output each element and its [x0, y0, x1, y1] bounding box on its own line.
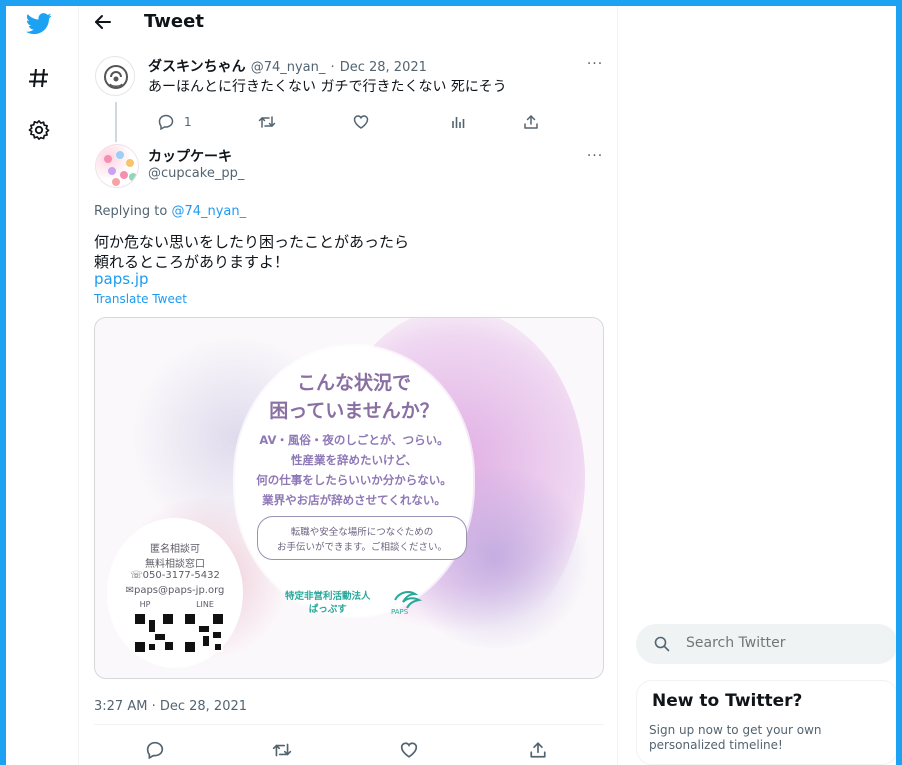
separator-dot: ·: [330, 60, 335, 75]
tweet-text: 何か危ない思いをしたり困ったことがあったら 頼れるところがありますよ！: [94, 232, 409, 272]
thread-connector: [115, 102, 117, 142]
more-options-icon[interactable]: ···: [585, 54, 605, 74]
org-name: ぱっぷす: [308, 604, 347, 615]
tweet-timestamp[interactable]: 3:27 AM · Dec 28, 2021: [94, 699, 247, 714]
heart-icon: [353, 115, 369, 129]
replying-to: Replying to @74_nyan_: [94, 204, 246, 219]
hashtag-icon[interactable]: [21, 60, 57, 96]
qr-code-hp: [135, 614, 173, 652]
reply-button[interactable]: [146, 740, 164, 760]
heart-icon: [400, 742, 418, 758]
poster-org: 特定非営利活動法人 ぱっぷす: [285, 590, 371, 616]
qr-code-line: [185, 614, 223, 652]
tweet-text-line: 何か危ない思いをしたり困ったことがあったら: [94, 233, 410, 251]
contact-email: ✉paps@paps-jp.org: [125, 585, 225, 596]
tweet-date[interactable]: Dec 28, 2021: [340, 60, 427, 75]
display-name[interactable]: カップケーキ: [148, 146, 232, 166]
contact-line: 匿名相談可: [150, 544, 200, 555]
contact-line: 無料相談窓口: [145, 559, 205, 570]
retweet-icon: [258, 116, 276, 128]
share-button[interactable]: [529, 740, 547, 760]
tweet-actions: 1: [148, 112, 548, 132]
gear-icon[interactable]: [21, 112, 57, 148]
reply-button[interactable]: 1: [158, 112, 192, 132]
avatar[interactable]: [95, 56, 135, 96]
reply-icon: [146, 741, 164, 759]
retweet-button[interactable]: [272, 740, 292, 760]
retweet-button[interactable]: [258, 112, 276, 132]
poster-line: AV・風俗・夜のしごとが、つらい。: [259, 433, 449, 447]
bubble-text: 転職や安全な場所につなぐための: [290, 527, 434, 538]
replying-to-link[interactable]: @74_nyan_: [171, 204, 246, 219]
page-title: Tweet: [144, 11, 204, 32]
search-icon: [654, 636, 670, 652]
poster-line: 何の仕事をしたらいいか分からない。: [256, 473, 452, 487]
tweet-image[interactable]: こんな状況で 困っていませんか？ AV・風俗・夜のしごとが、つらい。 性産業を辞…: [94, 317, 604, 679]
line-label: LINE: [196, 600, 214, 609]
display-name[interactable]: ダスキンちゃん: [148, 59, 246, 75]
reply-count: 1: [184, 115, 192, 129]
retweet-icon: [272, 743, 292, 757]
left-nav: [6, 6, 78, 765]
like-button[interactable]: [353, 112, 369, 132]
tweet-header: Tweet: [79, 6, 617, 40]
contact-phone: ☏050-3177-5432: [130, 570, 220, 581]
search-bar[interactable]: [636, 624, 898, 664]
poster-title: こんな状況で: [296, 372, 411, 394]
handle[interactable]: @74_nyan_: [251, 60, 326, 75]
org-type: 特定非営利活動法人: [285, 591, 371, 602]
parent-tweet[interactable]: ダスキンちゃん @74_nyan_ · Dec 28, 2021 ··· あーほ…: [79, 50, 617, 142]
paps-logo-icon: PAPS: [389, 586, 425, 616]
card-subtitle: Sign up now to get your own personalized…: [649, 723, 822, 752]
back-arrow-icon[interactable]: [91, 10, 115, 34]
new-to-twitter-card: New to Twitter? Sign up now to get your …: [636, 680, 898, 765]
share-icon: [524, 115, 538, 129]
tweet-text: あーほんとに行きたくない ガチで行きたくない 死にそう: [148, 79, 507, 95]
poster-title: 困っていませんか？: [269, 400, 439, 422]
card-title: New to Twitter?: [652, 691, 803, 711]
poster-main-circle: こんな状況で 困っていませんか？ AV・風俗・夜のしごとが、つらい。 性産業を辞…: [235, 346, 473, 616]
bubble-text: お手伝いができます。ご相談ください。: [276, 542, 448, 553]
logo-text: PAPS: [391, 608, 409, 616]
poster-speech-bubble: 転職や安全な場所につなぐための お手伝いができます。ご相談ください。: [257, 516, 467, 560]
replying-prefix: Replying to: [94, 204, 172, 219]
analytics-icon: [452, 117, 465, 128]
poster-line: 性産業を辞めたいけど、: [291, 453, 417, 467]
share-icon: [530, 742, 546, 758]
share-button[interactable]: [523, 112, 539, 132]
tweet-header-line: ダスキンちゃん @74_nyan_ · Dec 28, 2021: [148, 56, 427, 76]
search-input[interactable]: [686, 635, 886, 651]
translate-tweet-link[interactable]: Translate Tweet: [94, 292, 187, 306]
tweet-link[interactable]: paps.jp: [94, 270, 149, 288]
handle[interactable]: @cupcake_pp_: [148, 166, 244, 181]
poster-line: 業界やお店が辞めさせてくれない。: [262, 493, 446, 507]
tweet-text-line: 頼れるところがありますよ！: [94, 253, 290, 271]
tweet-actions: [94, 740, 604, 760]
tweet-column: Tweet ダスキンちゃん @74_nyan_ · Dec 28, 2021 ·…: [78, 6, 618, 765]
more-options-icon[interactable]: ···: [585, 146, 605, 166]
twitter-logo-icon[interactable]: [21, 6, 57, 42]
poster-contact-circle: 匿名相談可 無料相談窓口 ☏050-3177-5432 ✉paps@paps-j…: [107, 518, 243, 668]
divider: [94, 724, 604, 725]
like-button[interactable]: [400, 740, 418, 760]
analytics-button[interactable]: [450, 112, 466, 132]
reply-icon: [158, 114, 174, 130]
avatar[interactable]: [95, 144, 139, 188]
